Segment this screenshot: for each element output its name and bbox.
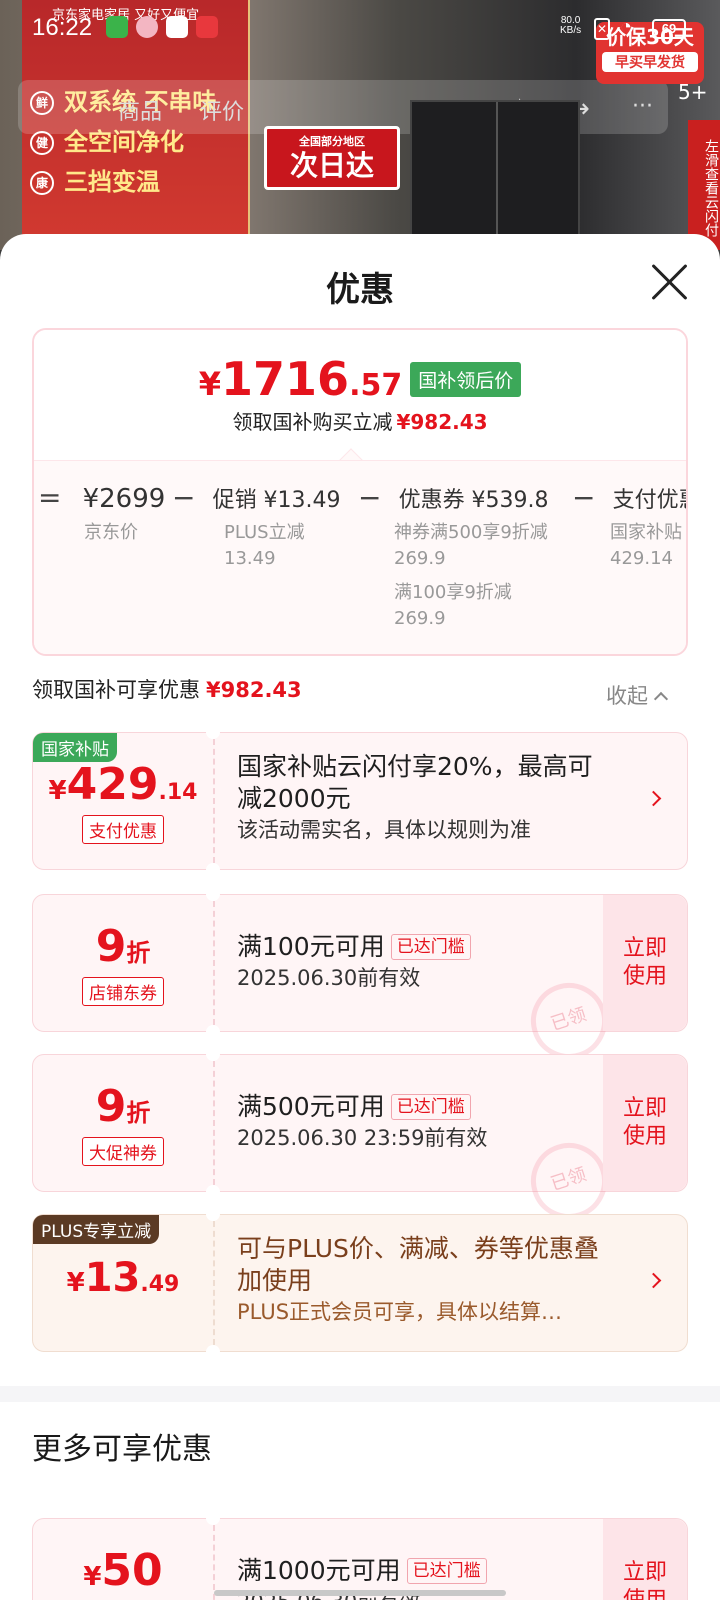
- coupon-plus[interactable]: PLUS专享立减 ¥13.49 可与PLUS价、满减、券等优惠叠加使用 PLUS…: [32, 1207, 688, 1359]
- chevron-right-icon[interactable]: [645, 1272, 662, 1289]
- swipe-banner[interactable]: 左滑查看云闪付: [688, 120, 720, 250]
- chevron-up-icon: [653, 691, 669, 707]
- coupon-national-subsidy[interactable]: 国家补贴 ¥429.14 支付优惠 国家补贴云闪付享20%，最高可减2000元 …: [32, 725, 688, 877]
- more-icon[interactable]: ···: [632, 94, 653, 119]
- promo-mark: 康: [30, 171, 54, 195]
- coupon-body: 满100元可用 已达门槛 2025.06.30前有效: [237, 931, 597, 993]
- threshold-badge: 已达门槛: [390, 1094, 471, 1120]
- threshold-badge: 已达门槛: [390, 934, 471, 960]
- avatar-notification-icon: [136, 16, 158, 38]
- coupon-kind: 店铺东券: [33, 977, 213, 1006]
- coupon-title: 满500元可用 已达门槛: [237, 1091, 597, 1123]
- reduce-line: 领取国补购买立减 ¥982.43: [232, 410, 488, 434]
- tab-goods[interactable]: 商品: [118, 94, 162, 126]
- coupon-title: 满1000元可用 已达门槛: [237, 1555, 597, 1587]
- coupon-divider: [213, 739, 215, 863]
- coupon-title: 国家补贴云闪付享20%，最高可减2000元: [237, 752, 593, 813]
- coupon-title: 可与PLUS价、满减、券等优惠叠加使用: [237, 1234, 599, 1295]
- threshold-badge: 已达门槛: [406, 1558, 487, 1584]
- coupon-promo[interactable]: 9折 大促神券 满500元可用 已达门槛 2025.06.30 23:59前有效 …: [32, 1047, 688, 1229]
- coupon-desc: 该活动需实名，具体以规则为准: [237, 818, 531, 842]
- coupon-body: 满500元可用 已达门槛 2025.06.30 23:59前有效: [237, 1091, 597, 1153]
- coupon-validity: 2025.06.30前有效: [237, 966, 421, 990]
- app-notification-icon: [106, 16, 128, 38]
- calc-item-jd-price: = ¥2699 京东价: [38, 481, 166, 543]
- wifi-icon: ◔: [620, 16, 633, 38]
- price-calculation[interactable]: = ¥2699 京东价 − 促销 ¥13.49 PLUS立减 13.49 − 优惠…: [34, 460, 686, 654]
- coupon-kind: 支付优惠: [33, 815, 213, 844]
- coupon-amount: 9折: [95, 1081, 151, 1132]
- product-image: [410, 100, 580, 250]
- chevron-right-icon[interactable]: [645, 790, 662, 807]
- final-price-tag: 国补领后价: [410, 362, 522, 397]
- coupon-divider: [213, 1221, 215, 1345]
- summary-top: ¥1716.57 国补领后价 领取国补购买立减 ¥982.43: [34, 330, 686, 462]
- promo-mark: 健: [30, 131, 54, 155]
- status-bar: 16:22 80.0 KB/s ✕ ◔ 69: [0, 0, 720, 56]
- coupon-desc: PLUS正式会员可享，具体以结算…: [237, 1300, 563, 1324]
- close-icon[interactable]: [650, 262, 690, 302]
- coupon-amount: 9折: [95, 921, 151, 972]
- calc-item-coupon: − 优惠券 ¥539.8 神券满500享9折减 269.9 满100享9折减 269.…: [358, 481, 549, 629]
- coupon-amount-area: ¥13.49: [33, 1215, 213, 1351]
- discount-sheet: 优惠 ¥1716.57 国补领后价 领取国补购买立减 ¥982.43 = ¥2699…: [0, 234, 720, 1600]
- national-subsidy-header: 领取国补可享优惠 ¥982.43: [32, 678, 302, 702]
- home-indicator[interactable]: [214, 1590, 506, 1596]
- coupon-amount-area: ¥50: [33, 1519, 213, 1600]
- use-now-button[interactable]: 立即使用: [603, 1519, 687, 1600]
- use-now-button[interactable]: 立即使用: [603, 1055, 687, 1191]
- coupon-validity: 2025.06.30 23:59前有效: [237, 1126, 488, 1150]
- coupon-kind: 大促神券: [33, 1137, 213, 1166]
- coupon-amount-area: 9折 店铺东券: [33, 895, 213, 1031]
- jd-next-day-badge: 全国部分地区 次日达: [264, 126, 400, 190]
- section-divider: [0, 1386, 720, 1402]
- coupon-amount-area: 9折 大促神券: [33, 1055, 213, 1191]
- promo-line: 康三挡变温: [30, 162, 160, 197]
- collapse-button[interactable]: 收起: [606, 680, 669, 710]
- coupon-divider: [213, 1525, 215, 1600]
- coupon-store[interactable]: 9折 店铺东券 满100元可用 已达门槛 2025.06.30前有效 已领 立即使…: [32, 887, 688, 1069]
- no-sim-icon: ✕: [594, 18, 610, 40]
- coupon-title: 满100元可用 已达门槛: [237, 931, 597, 963]
- tab-reviews[interactable]: 评价: [200, 94, 244, 126]
- coupon-amount-area: ¥429.14 支付优惠: [33, 733, 213, 869]
- calc-item-promotion: − 促销 ¥13.49 PLUS立减 13.49: [172, 481, 341, 569]
- coupon-divider: [213, 1061, 215, 1185]
- coupon-divider: [213, 901, 215, 1025]
- coupon-body: 可与PLUS价、满减、券等优惠叠加使用 PLUS正式会员可享，具体以结算…: [237, 1233, 617, 1327]
- coupon-body: 国家补贴云闪付享20%，最高可减2000元 该活动需实名，具体以规则为准: [237, 751, 617, 845]
- battery-icon: 69: [652, 19, 686, 39]
- video-notification-icon: [166, 16, 188, 38]
- coupon-amount: ¥13.49: [66, 1255, 180, 1301]
- use-now-button[interactable]: 立即使用: [603, 895, 687, 1031]
- news-notification-icon: [196, 16, 218, 38]
- coupon-amount: ¥50: [83, 1545, 163, 1596]
- clock: 16:22: [32, 14, 93, 41]
- calc-item-payment: − 支付优惠 国家补贴429.14: [572, 481, 686, 569]
- more-discounts-title: 更多可享优惠: [32, 1432, 212, 1467]
- coupon-amount: ¥429.14: [48, 759, 198, 810]
- final-price: ¥1716.57 国补领后价: [34, 352, 686, 406]
- network-speed: 80.0 KB/s: [560, 15, 582, 36]
- sheet-title: 优惠: [326, 270, 394, 310]
- coupon-1000[interactable]: ¥50 满1000元可用已达门槛 2025.06.30前有效 立即使用: [32, 1511, 688, 1600]
- price-summary-card: ¥1716.57 国补领后价 领取国补购买立减 ¥982.43 = ¥2699 京东…: [32, 328, 688, 656]
